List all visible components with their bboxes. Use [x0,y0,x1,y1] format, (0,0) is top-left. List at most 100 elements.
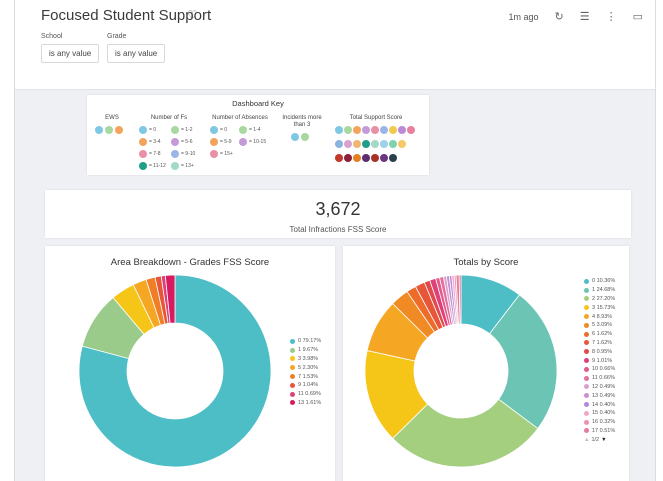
legend-swatch [584,384,589,390]
legend-pager[interactable]: ▲ 1/2 ▼ [584,437,615,443]
legend-label: 10 0.66% [592,366,616,373]
legend-swatch [290,374,295,380]
legend-item[interactable]: 8 0.95% [584,347,615,356]
ews-dot-1 [95,126,103,134]
legend-item[interactable]: 7 1.53% [290,372,321,381]
legend-swatch [584,340,589,346]
kpi-card: 3,672 Total Infractions FSS Score [45,190,631,238]
legend-item[interactable]: 0 10.36% [584,277,615,286]
legend-label: 17 0.51% [592,427,616,434]
legend-item[interactable]: 3 15.73% [584,303,615,312]
legend-swatch [290,338,295,344]
legend-label: 0 79.17% [298,338,322,345]
legend-item[interactable]: 6 1.62% [584,330,615,339]
legend-item[interactable]: 9 1.01% [584,356,615,365]
dashboard-frame: Focused Student Support ♡ 1m ago ↻ ☰ ⋮ ▭… [14,0,656,481]
legend-item[interactable]: 0 79.17% [290,337,321,346]
legend-label: 2 27.20% [592,295,616,302]
legend-item[interactable]: 3 3.98% [290,355,321,364]
folder-icon[interactable]: ▭ [633,10,643,23]
legend-label: 14 0.40% [592,401,616,408]
legend-swatch [584,410,589,416]
key-incidents-dots [291,133,309,141]
legend-swatch [584,331,589,337]
key-fs-header: Number of Fs [150,115,188,121]
legend-item[interactable]: 11 0.66% [584,374,615,383]
key-incidents-header: Incidents more than 3 [282,115,322,128]
pager-up-icon[interactable]: ▲ [584,437,589,443]
legend-label: 6 1.62% [592,331,613,338]
legend-swatch [290,365,295,371]
legend-swatch [290,400,295,406]
legend-label: 3 15.73% [592,304,616,311]
legend-swatch [584,419,589,425]
filter-icon[interactable]: ☰ [580,10,590,23]
legend-label: 7 1.53% [298,373,319,380]
legend-swatch [584,305,589,311]
legend-label: 1 9.67% [298,347,319,354]
legend-item[interactable]: 13 0.49% [584,391,615,400]
legend-item[interactable]: 10 0.66% [584,365,615,374]
legend-item[interactable]: 9 1.04% [290,381,321,390]
legend-item[interactable]: 16 0.32% [584,418,615,427]
totals-by-score-card: Totals by Score 0 10.36% 1 24.68% 2 27.20%… [343,246,629,481]
key-fs-item-4: = 7-8 [139,150,161,158]
legend-item[interactable]: 1 9.67% [290,346,321,355]
more-menu-icon[interactable]: ⋮ [606,10,617,23]
pager-label: 1/2 [591,437,600,444]
favorite-heart-icon[interactable]: ♡ [187,8,198,22]
legend-label: 7 1.62% [592,339,613,346]
key-support-row-3 [335,154,397,162]
area-breakdown-card: Area Breakdown - Grades FSS Score 0 79.1… [45,246,335,481]
legend-swatch [584,428,589,434]
legend-swatch [290,347,295,353]
header-actions: 1m ago ↻ ☰ ⋮ ▭ [508,10,643,23]
legend-item[interactable]: 14 0.40% [584,400,615,409]
key-fs-item-1: = 1-2 [171,126,193,134]
legend-swatch [584,322,589,328]
filter-school-value[interactable]: is any value [41,44,100,63]
key-fs-item-2: = 3-4 [139,138,161,146]
legend-item[interactable]: 4 8.93% [584,312,615,321]
legend-item[interactable]: 12 0.49% [584,383,615,392]
key-absences-header: Number of Absences [212,115,268,121]
filter-grade: Grade is any value [107,33,166,63]
key-support-row-2 [335,140,406,148]
legend-item[interactable]: 5 3.09% [584,321,615,330]
legend-swatch [584,393,589,399]
legend-label: 3 3.98% [298,355,319,362]
pager-down-icon[interactable]: ▼ [601,437,606,443]
last-updated: 1m ago [508,11,539,22]
key-fs-item-7: = 13+ [171,162,194,170]
key-ews-header: EWS [105,115,119,121]
key-abs-item-3: = 10-15 [239,138,266,146]
legend-label: 0 10.36% [592,278,616,285]
key-fs-item-3: = 5-6 [171,138,193,146]
legend-swatch [584,314,589,320]
legend-label: 8 0.95% [592,348,613,355]
legend-label: 12 0.49% [592,383,616,390]
legend-label: 1 24.68% [592,287,616,294]
legend-item[interactable]: 13 1.61% [290,399,321,408]
legend-swatch [584,375,589,381]
legend-swatch [290,382,295,388]
key-title: Dashboard Key [232,99,284,108]
legend-item[interactable]: 2 27.20% [584,295,615,304]
legend-label: 16 0.32% [592,419,616,426]
dashboard-title: Focused Student Support [41,7,212,24]
refresh-icon[interactable]: ↻ [555,10,564,23]
legend-item[interactable]: 15 0.40% [584,409,615,418]
legend-item[interactable]: 11 0.69% [290,390,321,399]
legend-swatch [290,356,295,362]
legend-swatch [584,402,589,408]
legend-item[interactable]: 17 0.51% [584,427,615,436]
legend-item[interactable]: 5 2.30% [290,363,321,372]
key-abs-item-4: = 15+ [210,150,233,158]
legend-item[interactable]: 7 1.62% [584,339,615,348]
legend-label: 15 0.40% [592,410,616,417]
kpi-label: Total Infractions FSS Score [289,225,387,234]
legend-item[interactable]: 1 24.68% [584,286,615,295]
dashboard-header: Focused Student Support ♡ 1m ago ↻ ☰ ⋮ ▭… [15,0,655,90]
filter-grade-value[interactable]: is any value [107,44,166,63]
legend-label: 5 3.09% [592,322,613,329]
